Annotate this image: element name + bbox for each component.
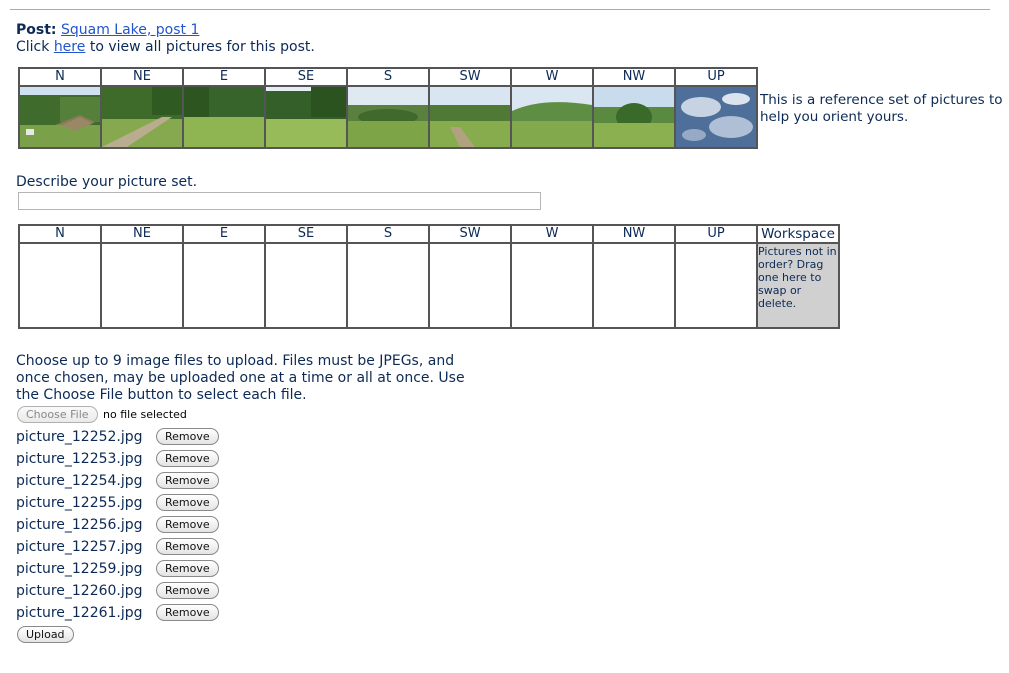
file-name: picture_12253.jpg	[16, 450, 143, 467]
view-all-link[interactable]: here	[54, 39, 86, 55]
remove-button[interactable]: Remove	[156, 494, 219, 511]
file-name: picture_12260.jpg	[16, 582, 143, 599]
slot-header-up: UP	[674, 224, 758, 244]
ref-header-w: W	[510, 67, 594, 87]
ref-header-se: SE	[264, 67, 348, 87]
file-name: picture_12261.jpg	[16, 604, 143, 621]
workspace-note: Pictures not in order? Drag one here to …	[758, 245, 837, 310]
ref-photo-sw	[428, 85, 512, 149]
ref-header-nw: NW	[592, 67, 676, 87]
post-heading: Post: Squam Lake, post 1	[16, 22, 199, 38]
view-all-prefix: Click	[16, 39, 54, 55]
file-name: picture_12254.jpg	[16, 472, 143, 489]
remove-button[interactable]: Remove	[156, 516, 219, 533]
ref-header-n: N	[18, 67, 102, 87]
file-row: picture_12254.jpg Remove	[16, 470, 219, 490]
ref-photo-e	[182, 85, 266, 149]
file-row: picture_12259.jpg Remove	[16, 558, 219, 578]
slot-header-ne: NE	[100, 224, 184, 244]
describe-input[interactable]	[18, 192, 541, 210]
drop-slot-e[interactable]	[182, 242, 266, 329]
slot-header-s: S	[346, 224, 430, 244]
view-all-line: Click here to view all pictures for this…	[16, 39, 315, 55]
drop-slot-w[interactable]	[510, 242, 594, 329]
drop-slot-sw[interactable]	[428, 242, 512, 329]
file-row: picture_12261.jpg Remove	[16, 602, 219, 622]
ref-header-up: UP	[674, 67, 758, 87]
file-chooser: Choose File no file selected	[17, 406, 187, 423]
file-row: picture_12260.jpg Remove	[16, 580, 219, 600]
ref-header-sw: SW	[428, 67, 512, 87]
file-row: picture_12255.jpg Remove	[16, 492, 219, 512]
slot-header-sw: SW	[428, 224, 512, 244]
remove-button[interactable]: Remove	[156, 582, 219, 599]
reference-picture-table: N NE E SE S SW W NW UP	[18, 67, 758, 149]
ref-photo-n	[18, 85, 102, 149]
drop-slot-s[interactable]	[346, 242, 430, 329]
ref-header-s: S	[346, 67, 430, 87]
post-link[interactable]: Squam Lake, post 1	[61, 22, 199, 38]
ref-photo-se	[264, 85, 348, 149]
remove-button[interactable]: Remove	[156, 450, 219, 467]
slot-header-nw: NW	[592, 224, 676, 244]
upload-button[interactable]: Upload	[17, 626, 74, 643]
workspace-drop-area[interactable]: Pictures not in order? Drag one here to …	[756, 242, 840, 329]
choose-file-button[interactable]: Choose File	[17, 406, 98, 423]
file-row: picture_12257.jpg Remove	[16, 536, 219, 556]
file-name: picture_12259.jpg	[16, 560, 143, 577]
top-divider	[10, 9, 990, 10]
drop-slot-up[interactable]	[674, 242, 758, 329]
slot-header-e: E	[182, 224, 266, 244]
ref-photo-s	[346, 85, 430, 149]
file-name: picture_12255.jpg	[16, 494, 143, 511]
reference-note: This is a reference set of pictures to h…	[760, 92, 1003, 125]
drop-slot-se[interactable]	[264, 242, 348, 329]
file-status: no file selected	[103, 408, 187, 421]
upload-instructions: Choose up to 9 image files to upload. Fi…	[16, 353, 465, 403]
file-name: picture_12256.jpg	[16, 516, 143, 533]
workspace-header: Workspace	[756, 224, 840, 244]
file-name: picture_12252.jpg	[16, 428, 143, 445]
post-label: Post:	[16, 22, 57, 38]
view-all-suffix: to view all pictures for this post.	[85, 39, 315, 55]
ref-photo-ne	[100, 85, 184, 149]
file-row: picture_12256.jpg Remove	[16, 514, 219, 534]
remove-button[interactable]: Remove	[156, 560, 219, 577]
slot-header-w: W	[510, 224, 594, 244]
describe-label: Describe your picture set.	[16, 174, 198, 190]
file-row: picture_12253.jpg Remove	[16, 448, 219, 468]
remove-button[interactable]: Remove	[156, 472, 219, 489]
ref-photo-nw	[592, 85, 676, 149]
user-picture-table: N NE E SE S SW W NW UP Workspace Picture…	[18, 224, 840, 329]
slot-header-se: SE	[264, 224, 348, 244]
drop-slot-n[interactable]	[18, 242, 102, 329]
remove-button[interactable]: Remove	[156, 604, 219, 621]
file-row: picture_12252.jpg Remove	[16, 426, 219, 446]
ref-header-e: E	[182, 67, 266, 87]
drop-slot-nw[interactable]	[592, 242, 676, 329]
ref-photo-up	[674, 85, 758, 149]
drop-slot-ne[interactable]	[100, 242, 184, 329]
remove-button[interactable]: Remove	[156, 538, 219, 555]
slot-header-n: N	[18, 224, 102, 244]
ref-header-ne: NE	[100, 67, 184, 87]
file-name: picture_12257.jpg	[16, 538, 143, 555]
ref-photo-w	[510, 85, 594, 149]
remove-button[interactable]: Remove	[156, 428, 219, 445]
